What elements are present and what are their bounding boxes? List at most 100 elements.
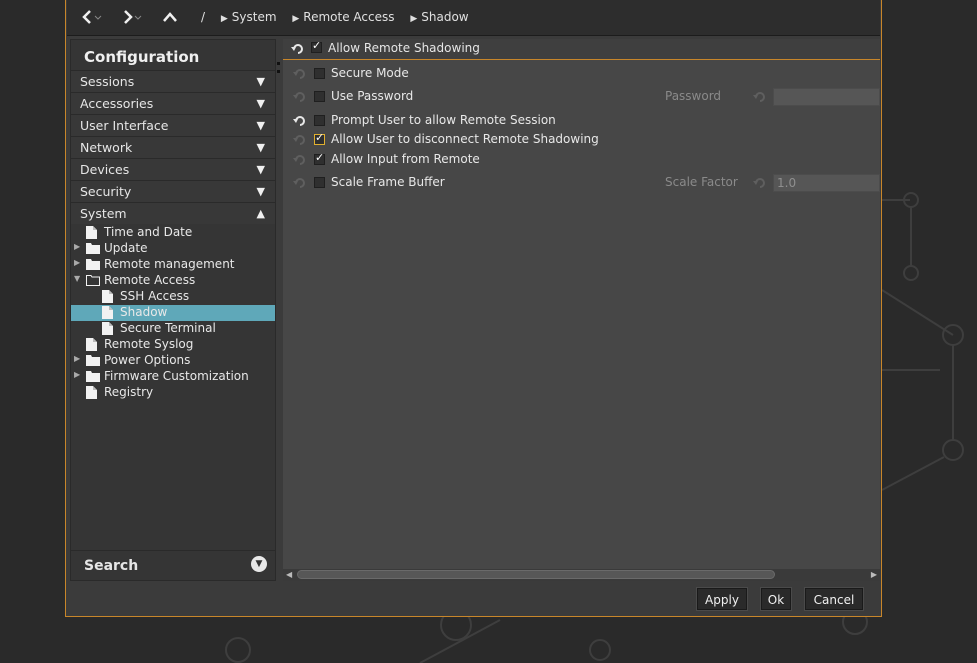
- up-button[interactable]: [157, 6, 187, 28]
- tree-item-label: Remote Syslog: [104, 337, 194, 351]
- prompt-user-to-allow-remote-session-checkbox[interactable]: [314, 115, 325, 126]
- tree-item-registry[interactable]: Registry: [71, 385, 275, 401]
- tree-item-label: Firmware Customization: [104, 369, 249, 383]
- dialog-footer: Apply Ok Cancel: [67, 584, 880, 616]
- expand-arrow-icon[interactable]: ▶: [74, 242, 84, 251]
- scroll-right-icon[interactable]: ▶: [871, 569, 877, 581]
- password-input[interactable]: [773, 88, 880, 106]
- chevron-up-icon: [163, 12, 177, 22]
- allow-remote-shadowing-label: Allow Remote Shadowing: [328, 41, 480, 55]
- apply-button[interactable]: Apply: [696, 587, 748, 611]
- allow-input-from-remote-label: Allow Input from Remote: [331, 152, 480, 166]
- breadcrumb-arrow-icon: ▶: [410, 14, 418, 24]
- triangle-down-icon: ▼: [256, 141, 265, 154]
- breadcrumb-arrow-icon: ▶: [292, 14, 300, 24]
- ok-button[interactable]: Ok: [760, 587, 792, 611]
- folder-icon: [86, 370, 100, 385]
- expand-arrow-icon[interactable]: ▶: [74, 258, 84, 267]
- file-icon: [86, 226, 97, 242]
- file-icon: [102, 322, 113, 338]
- tree-item-power-options[interactable]: ▶ Power Options: [71, 353, 275, 369]
- prompt-user-to-allow-remote-session-row: Prompt User to allow Remote Session: [283, 113, 880, 131]
- back-button[interactable]: [77, 6, 107, 28]
- collapse-arrow-icon[interactable]: ▼: [74, 274, 84, 283]
- tree-item-secure-terminal[interactable]: Secure Terminal: [71, 321, 275, 337]
- secure-mode-row: Secure Mode: [283, 66, 880, 84]
- reset-icon[interactable]: [293, 176, 307, 190]
- expand-arrow-icon[interactable]: ▶: [74, 354, 84, 363]
- navigation-bar: / ▶ System ▶ Remote Access ▶ Shadow: [67, 0, 880, 36]
- use-password-row: Use Password Password: [283, 88, 880, 107]
- tree-item-time-and-date[interactable]: Time and Date: [71, 225, 275, 241]
- breadcrumb: / ▶ System ▶ Remote Access ▶ Shadow: [201, 10, 473, 24]
- tree-item-shadow[interactable]: Shadow: [71, 305, 275, 321]
- tree-item-label: Secure Terminal: [120, 321, 216, 335]
- sidebar-category-label: User Interface: [80, 118, 169, 133]
- search-section[interactable]: Search ▼: [71, 550, 275, 581]
- allow-user-to-disconnect-remote-shadowing-label: Allow User to disconnect Remote Shadowin…: [331, 132, 599, 146]
- chevron-down-circle-icon[interactable]: ▼: [251, 556, 267, 572]
- sidebar-category-user-interface[interactable]: User Interface ▼: [71, 114, 275, 136]
- reset-icon[interactable]: [291, 42, 305, 56]
- reset-icon[interactable]: [753, 176, 767, 190]
- tree-item-remote-access[interactable]: ▼ Remote Access: [71, 273, 275, 289]
- tree-item-update[interactable]: ▶ Update: [71, 241, 275, 257]
- breadcrumb-shadow[interactable]: Shadow: [421, 10, 468, 24]
- scale-factor-label: Scale Factor: [665, 175, 738, 189]
- allow-input-from-remote-checkbox[interactable]: [314, 151, 325, 165]
- sidebar-category-label: Accessories: [80, 96, 154, 111]
- secure-mode-checkbox[interactable]: [314, 68, 325, 79]
- sidebar-category-label: Sessions: [80, 74, 135, 89]
- sidebar-category-sessions[interactable]: Sessions ▼: [71, 70, 275, 92]
- reset-icon[interactable]: [293, 90, 307, 104]
- file-icon: [86, 386, 97, 402]
- cancel-button[interactable]: Cancel: [804, 587, 864, 611]
- sidebar-category-accessories[interactable]: Accessories ▼: [71, 92, 275, 114]
- sidebar-category-network[interactable]: Network ▼: [71, 136, 275, 158]
- reset-icon[interactable]: [293, 67, 307, 81]
- scrollbar-thumb[interactable]: [297, 570, 775, 579]
- scroll-left-icon[interactable]: ◀: [286, 569, 292, 581]
- breadcrumb-system[interactable]: System: [232, 10, 277, 24]
- use-password-checkbox[interactable]: [314, 91, 325, 102]
- sidebar-category-devices[interactable]: Devices ▼: [71, 158, 275, 180]
- tree-item-firmware-customization[interactable]: ▶ Firmware Customization: [71, 369, 275, 385]
- tree-item-label: Remote management: [104, 257, 235, 271]
- triangle-down-icon: ▼: [256, 163, 265, 176]
- chevron-right-icon: [124, 10, 142, 24]
- folder-icon: [86, 242, 100, 257]
- breadcrumb-remote-access[interactable]: Remote Access: [303, 10, 394, 24]
- tree-item-label: Shadow: [120, 305, 168, 319]
- scale-factor-input[interactable]: 1.0: [773, 174, 880, 192]
- sidebar-title: Configuration: [84, 48, 200, 66]
- sidebar-category-security[interactable]: Security ▼: [71, 180, 275, 202]
- triangle-down-icon: ▼: [256, 119, 265, 132]
- secure-mode-label: Secure Mode: [331, 66, 409, 80]
- reset-icon[interactable]: [293, 114, 307, 128]
- use-password-label: Use Password: [331, 89, 414, 103]
- splitter-handle[interactable]: [277, 62, 280, 74]
- forward-button[interactable]: [117, 6, 147, 28]
- triangle-down-icon: ▼: [256, 75, 265, 88]
- allow-remote-shadowing-checkbox[interactable]: [311, 39, 322, 53]
- password-label: Password: [665, 89, 722, 103]
- allow-user-to-disconnect-remote-shadowing-checkbox[interactable]: [314, 131, 325, 145]
- sidebar-category-system[interactable]: System ▲: [71, 202, 275, 224]
- breadcrumb-arrow-icon: ▶: [220, 14, 228, 24]
- tree-item-label: Update: [104, 241, 148, 255]
- tree-item-remote-syslog[interactable]: Remote Syslog: [71, 337, 275, 353]
- horizontal-scrollbar[interactable]: ◀ ▶: [283, 569, 880, 581]
- expand-arrow-icon[interactable]: ▶: [74, 370, 84, 379]
- chevron-left-icon: [82, 10, 102, 24]
- reset-icon[interactable]: [293, 133, 307, 147]
- tree-item-remote-management[interactable]: ▶ Remote management: [71, 257, 275, 273]
- prompt-user-to-allow-remote-session-label: Prompt User to allow Remote Session: [331, 113, 556, 127]
- allow-remote-shadowing-row: Allow Remote Shadowing: [283, 39, 880, 60]
- tree-item-label: Registry: [104, 385, 154, 399]
- reset-icon[interactable]: [753, 90, 767, 104]
- reset-icon[interactable]: [293, 153, 307, 167]
- allow-user-to-disconnect-remote-shadowing-row: Allow User to disconnect Remote Shadowin…: [283, 131, 880, 150]
- breadcrumb-root[interactable]: /: [201, 10, 205, 24]
- scale-frame-buffer-checkbox[interactable]: [314, 177, 325, 188]
- tree-item-ssh-access[interactable]: SSH Access: [71, 289, 275, 305]
